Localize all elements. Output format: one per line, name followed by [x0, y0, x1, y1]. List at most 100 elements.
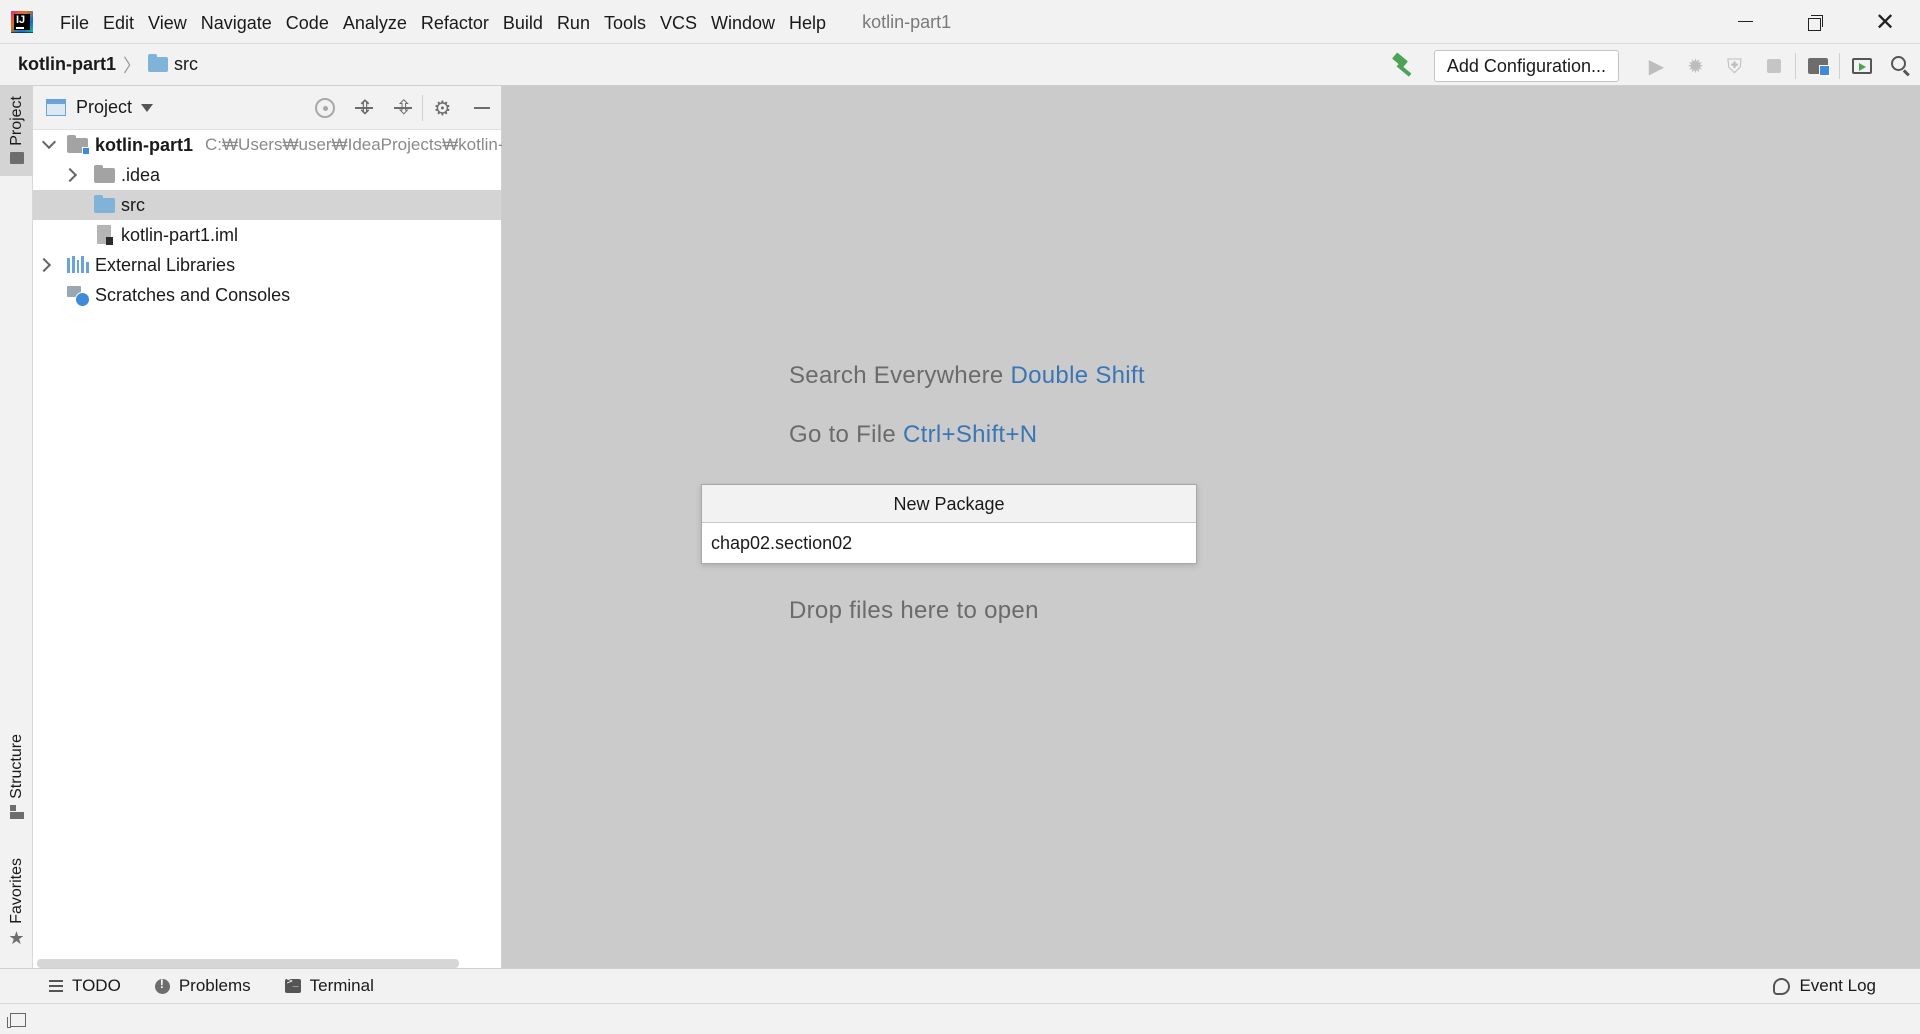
menu-file[interactable]: File	[53, 0, 96, 43]
toggle-tool-windows-icon[interactable]	[7, 1013, 26, 1028]
hide-panel-button[interactable]	[462, 86, 501, 130]
tool-tab-terminal[interactable]: Terminal	[284, 976, 374, 996]
menu-run[interactable]: Run	[550, 0, 597, 43]
bottom-tool-bar: TODO Problems Terminal Event Log	[0, 968, 1920, 1003]
coverage-shield-icon: ⛨	[1727, 53, 1742, 78]
collapse-all-button[interactable]	[383, 86, 422, 130]
tool-tab-project-label: Project	[7, 96, 25, 146]
coverage-button[interactable]: ⛨	[1715, 44, 1754, 87]
folder-icon	[9, 151, 24, 164]
expand-all-button[interactable]	[344, 86, 383, 130]
tree-node-kotlin-part1[interactable]: kotlin-part1 C:₩Users₩user₩IdeaProjects₩…	[33, 130, 542, 160]
chevron-down-icon[interactable]	[41, 134, 57, 150]
navigation-bar: kotlin-part1 〉 src Add Configuration... …	[0, 43, 1920, 86]
menu-help[interactable]: Help	[782, 0, 833, 43]
tool-tab-favorites[interactable]: Favorites ★	[0, 858, 33, 958]
hint-drop-files: Drop files here to open	[789, 597, 1039, 625]
problems-icon	[154, 977, 170, 994]
menu-tools[interactable]: Tools	[597, 0, 653, 43]
toolbar-separator	[1795, 52, 1796, 79]
panel-settings-button[interactable]: ⚙	[423, 86, 462, 130]
tool-tab-project[interactable]: Project	[0, 86, 33, 176]
close-window-button[interactable]: ✕	[1850, 0, 1920, 43]
event-log-icon	[1773, 977, 1791, 995]
menu-navigate[interactable]: Navigate	[194, 0, 279, 43]
stop-icon	[1766, 58, 1781, 73]
menu-vcs[interactable]: VCS	[653, 0, 704, 43]
menu-view[interactable]: View	[141, 0, 194, 43]
menu-code[interactable]: Code	[279, 0, 336, 43]
expand-all-icon	[354, 95, 373, 119]
libraries-icon	[67, 256, 89, 273]
menu-edit[interactable]: Edit	[96, 0, 141, 43]
tree-node-label: src	[121, 194, 145, 215]
menu-build[interactable]: Build	[496, 0, 550, 43]
build-hammer-icon[interactable]	[1390, 54, 1414, 78]
tool-tab-structure[interactable]: Structure	[0, 734, 33, 834]
debug-bug-icon: ✹	[1687, 53, 1704, 78]
project-view-selector[interactable]: Project	[76, 97, 132, 118]
tool-tab-event-log-label: Event Log	[1799, 976, 1876, 995]
tool-tab-problems-label: Problems	[178, 976, 251, 995]
locate-target-icon	[314, 98, 335, 118]
menu-analyze[interactable]: Analyze	[336, 0, 414, 43]
toolbar-separator	[1839, 52, 1840, 79]
hint-search-everywhere: Search Everywhere Double Shift	[789, 362, 1145, 390]
new-package-dialog: New Package	[701, 484, 1197, 564]
run-anything-button[interactable]	[1842, 44, 1881, 87]
select-opened-file-button[interactable]	[305, 86, 344, 130]
new-package-dialog-title: New Package	[702, 485, 1196, 523]
restore-button[interactable]	[1780, 0, 1850, 43]
chevron-down-icon[interactable]	[141, 103, 154, 112]
hint-shortcut: Ctrl+Shift+N	[903, 421, 1038, 448]
breadcrumb-src[interactable]: src	[174, 54, 198, 75]
tree-node-label: Scratches and Consoles	[95, 284, 291, 305]
project-panel-tools: ⚙	[305, 86, 501, 130]
menu-window[interactable]: Window	[704, 0, 782, 43]
intellij-idea-icon: IJ	[11, 10, 33, 33]
package-name-input[interactable]	[702, 523, 1196, 563]
folder-icon	[148, 54, 169, 72]
restore-icon	[1808, 14, 1823, 31]
structure-icon	[9, 804, 24, 819]
project-structure-button[interactable]	[1798, 44, 1837, 87]
tool-tab-terminal-label: Terminal	[309, 976, 374, 995]
source-folder-icon	[94, 195, 115, 213]
tool-tab-todo[interactable]: TODO	[49, 976, 121, 996]
tree-node-idea[interactable]: .idea	[33, 160, 501, 190]
minimize-panel-icon	[473, 107, 490, 109]
breadcrumb-project[interactable]: kotlin-part1	[18, 54, 116, 75]
tree-node-scratches[interactable]: Scratches and Consoles	[33, 280, 501, 310]
tree-node-path: C:₩Users₩user₩IdeaProjects₩kotlin-part1	[205, 135, 543, 154]
chevron-right-icon[interactable]	[62, 167, 78, 183]
tree-node-label: kotlin-part1.iml	[121, 224, 239, 245]
project-tree: kotlin-part1 C:₩Users₩user₩IdeaProjects₩…	[33, 130, 542, 310]
debug-button[interactable]: ✹	[1676, 44, 1715, 87]
gear-icon: ⚙	[433, 96, 452, 120]
tool-tab-problems[interactable]: Problems	[154, 976, 251, 996]
search-everywhere-button[interactable]	[1881, 44, 1920, 87]
folder-icon	[94, 165, 115, 183]
add-configuration-button[interactable]: Add Configuration...	[1433, 49, 1619, 82]
stop-button[interactable]	[1754, 44, 1793, 87]
minimize-button[interactable]	[1710, 0, 1780, 43]
tool-tab-favorites-label: Favorites	[7, 858, 25, 924]
tree-node-external-libraries[interactable]: External Libraries	[33, 250, 501, 280]
title-bar: IJ File Edit View Navigate Code Analyze …	[0, 0, 1920, 43]
hint-text: Search Everywhere	[789, 362, 1011, 389]
tool-tab-event-log[interactable]: Event Log	[1773, 976, 1876, 996]
tree-node-iml-file[interactable]: kotlin-part1.iml	[33, 220, 501, 250]
run-icon: ▶	[1648, 53, 1665, 78]
tree-node-label: kotlin-part1	[95, 134, 194, 155]
star-icon: ★	[8, 927, 25, 949]
tree-node-src[interactable]: src	[33, 190, 501, 220]
run-button[interactable]: ▶	[1637, 44, 1676, 87]
horizontal-scrollbar[interactable]	[37, 959, 459, 968]
hint-shortcut: Double Shift	[1010, 362, 1145, 389]
project-view-icon	[46, 99, 66, 116]
chevron-right-icon[interactable]	[36, 257, 52, 273]
close-icon: ✕	[1874, 7, 1896, 36]
run-anything-icon	[1851, 57, 1872, 74]
project-panel-header: Project ⚙	[33, 86, 501, 130]
menu-refactor[interactable]: Refactor	[414, 0, 496, 43]
